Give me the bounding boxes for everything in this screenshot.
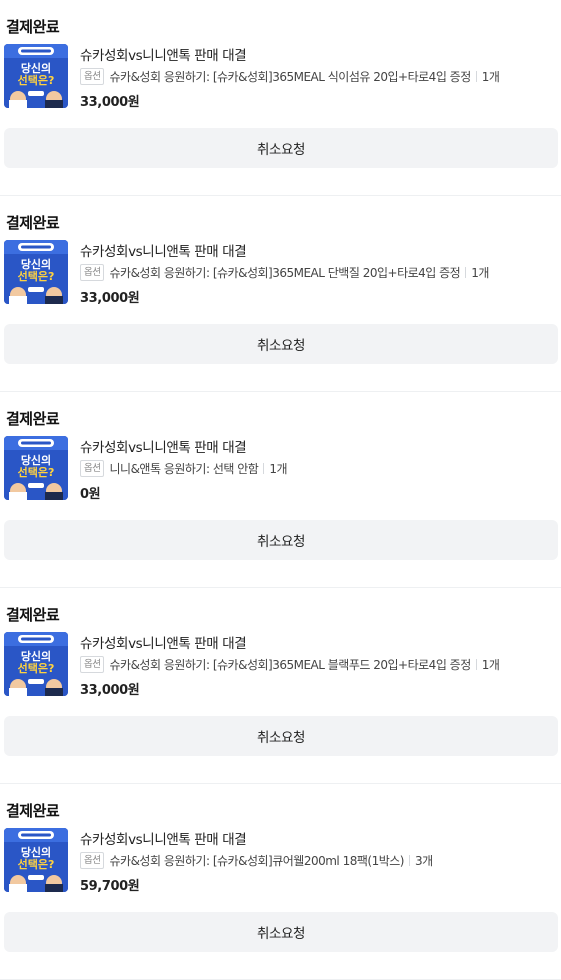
- option-badge: 옵션: [80, 264, 105, 281]
- option-badge: 옵션: [80, 68, 105, 85]
- thumbnail-line2: 선택은?: [18, 661, 55, 675]
- price: 33,000원: [80, 95, 140, 110]
- product-name[interactable]: 슈카성회vs니니앤톡 판매 대결: [80, 436, 247, 456]
- option-text: 슈카&성회 응원하기: [슈카&성회]큐어웰200ml 18팩(1박스): [109, 854, 404, 868]
- order-item: 결제완료 당신의 선택은? 슈카성회vs니니앤톡 판매 대결 옵션 슈카&성회 …: [0, 588, 561, 784]
- cancel-request-button[interactable]: 취소요청: [4, 324, 558, 364]
- order-list: 결제완료 당신의 선택은? 슈카성회vs니니앤톡 판매 대결 옵션 슈카&성회 …: [0, 0, 561, 980]
- product-thumbnail[interactable]: 당신의 선택은?: [4, 44, 68, 108]
- cancel-request-button[interactable]: 취소요청: [4, 520, 558, 560]
- order-status: 결제완료: [6, 18, 60, 36]
- quantity: 1개: [269, 462, 287, 476]
- order-item: 결제완료 당신의 선택은? 슈카성회vs니니앤톡 판매 대결 옵션 니니&앤톡 …: [0, 392, 561, 588]
- divider: [475, 659, 477, 670]
- thumbnail-line2: 선택은?: [18, 73, 55, 87]
- thumbnail-line1: 당신의: [21, 257, 51, 271]
- order-status: 결제완료: [6, 410, 60, 428]
- option-text: 슈카&성회 응원하기: [슈카&성회]365MEAL 블랙푸드 20입+타로4입…: [109, 658, 471, 672]
- price: 59,700원: [80, 879, 140, 894]
- quantity: 1개: [481, 658, 500, 672]
- price: 33,000원: [80, 291, 140, 306]
- price: 33,000원: [80, 683, 140, 698]
- thumbnail-line1: 당신의: [21, 649, 51, 663]
- cancel-request-button[interactable]: 취소요청: [4, 912, 558, 952]
- option-line: 옵션 슈카&성회 응원하기: [슈카&성회]365MEAL 단백질 20입+타로…: [80, 264, 489, 281]
- product-thumbnail[interactable]: 당신의 선택은?: [4, 240, 68, 304]
- thumbnail-line2: 선택은?: [18, 269, 55, 283]
- product-thumbnail[interactable]: 당신의 선택은?: [4, 632, 68, 696]
- order-item: 결제완료 당신의 선택은? 슈카성회vs니니앤톡 판매 대결 옵션 슈카&성회 …: [0, 196, 561, 392]
- option-badge: 옵션: [80, 852, 105, 869]
- divider: [263, 463, 265, 474]
- option-line: 옵션 슈카&성회 응원하기: [슈카&성회]큐어웰200ml 18팩(1박스) …: [80, 852, 433, 869]
- order-status: 결제완료: [6, 802, 60, 820]
- option-text: 슈카&성회 응원하기: [슈카&성회]365MEAL 식이섬유 20입+타로4입…: [109, 70, 471, 84]
- divider: [475, 71, 477, 82]
- option-line: 옵션 슈카&성회 응원하기: [슈카&성회]365MEAL 식이섬유 20입+타…: [80, 68, 500, 85]
- thumbnail-line1: 당신의: [21, 61, 51, 75]
- order-status: 결제완료: [6, 214, 60, 232]
- option-badge: 옵션: [80, 656, 105, 673]
- order-item: 결제완료 당신의 선택은? 슈카성회vs니니앤톡 판매 대결 옵션 슈카&성회 …: [0, 784, 561, 980]
- quantity: 3개: [414, 854, 433, 868]
- product-thumbnail[interactable]: 당신의 선택은?: [4, 828, 68, 892]
- cancel-request-button[interactable]: 취소요청: [4, 128, 558, 168]
- order-status: 결제완료: [6, 606, 60, 624]
- divider: [465, 267, 467, 278]
- option-line: 옵션 니니&앤톡 응원하기: 선택 안함 1개: [80, 460, 287, 477]
- order-item: 결제완료 당신의 선택은? 슈카성회vs니니앤톡 판매 대결 옵션 슈카&성회 …: [0, 0, 561, 196]
- thumbnail-line2: 선택은?: [18, 465, 55, 479]
- product-name[interactable]: 슈카성회vs니니앤톡 판매 대결: [80, 828, 247, 848]
- price: 0원: [80, 487, 101, 502]
- product-name[interactable]: 슈카성회vs니니앤톡 판매 대결: [80, 632, 247, 652]
- divider: [408, 855, 410, 866]
- thumbnail-line2: 선택은?: [18, 857, 55, 871]
- option-text: 슈카&성회 응원하기: [슈카&성회]365MEAL 단백질 20입+타로4입 …: [109, 266, 461, 280]
- thumbnail-line1: 당신의: [21, 845, 51, 859]
- cancel-request-button[interactable]: 취소요청: [4, 716, 558, 756]
- quantity: 1개: [471, 266, 489, 280]
- product-thumbnail[interactable]: 당신의 선택은?: [4, 436, 68, 500]
- option-line: 옵션 슈카&성회 응원하기: [슈카&성회]365MEAL 블랙푸드 20입+타…: [80, 656, 500, 673]
- product-name[interactable]: 슈카성회vs니니앤톡 판매 대결: [80, 44, 247, 64]
- product-name[interactable]: 슈카성회vs니니앤톡 판매 대결: [80, 240, 247, 260]
- thumbnail-line1: 당신의: [21, 453, 51, 467]
- quantity: 1개: [481, 70, 500, 84]
- option-text: 니니&앤톡 응원하기: 선택 안함: [109, 462, 259, 476]
- option-badge: 옵션: [80, 460, 105, 477]
